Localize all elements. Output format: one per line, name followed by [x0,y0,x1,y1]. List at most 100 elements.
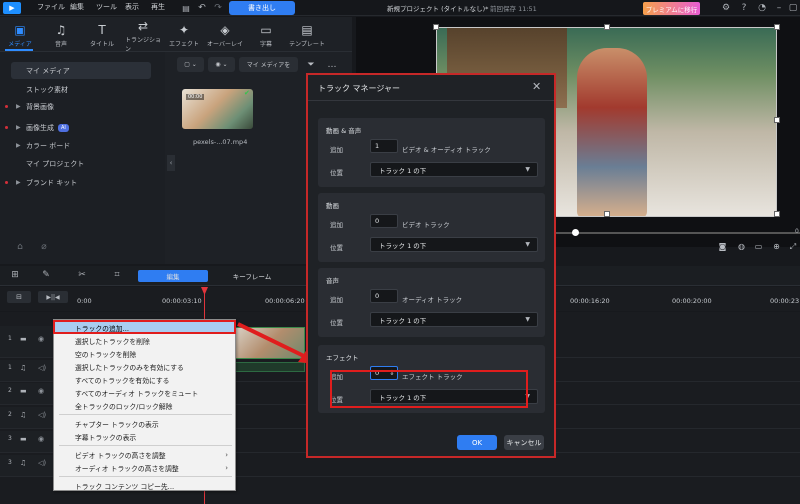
menu-tools[interactable]: ツール [96,2,117,12]
redo-icon[interactable]: ↷ [212,1,224,15]
layout-icon[interactable]: ⊞ [9,269,21,281]
seek-knob[interactable] [572,229,579,236]
settings-gear-icon[interactable]: ⚙ [719,1,733,15]
zoom-icon[interactable]: ⊕ [771,241,782,252]
tab-transition[interactable]: ⇄ トランジション [125,19,161,53]
resize-handle[interactable] [604,211,610,217]
restore-icon[interactable]: ▢ [788,1,798,15]
track-type-label: オーディオ トラック [402,296,463,304]
visibility-eye-icon[interactable]: ◉ [38,435,44,443]
collapse-sidebar-icon[interactable]: ‹ [167,155,175,171]
minimize-icon[interactable]: – [772,1,786,15]
speaker-icon[interactable]: ◁) [38,459,46,467]
expand-caret-icon[interactable]: ▶ [16,124,21,131]
track-count-input[interactable]: 0 [370,214,398,228]
tab-text[interactable]: T タイトル [84,20,120,52]
sidebar-item[interactable]: マイ プロジェクト [11,155,151,172]
more-options-icon[interactable]: … [325,57,339,72]
crop-icon[interactable]: ⌗ [111,269,123,281]
snapshot-icon[interactable]: ◙ [717,241,728,252]
context-menu-item[interactable]: チャプター トラックの表示 [55,417,234,430]
annotation-highlight-box [330,370,528,408]
track-header[interactable]: 1 ▬ ◉ [0,326,55,358]
context-menu-item[interactable]: 空のトラックを削除 [55,347,234,360]
edit-tab[interactable]: 編集 [138,270,208,282]
keyframe-tab[interactable]: キーフレーム [212,270,292,282]
export-button[interactable]: 書き出し [229,1,295,15]
add-track-icon[interactable]: ⊟ [7,291,31,303]
help-icon[interactable]: ? [737,1,751,15]
context-menu-item[interactable]: 全トラックのロック/ロック解除 [55,399,234,412]
resize-handle[interactable] [774,211,780,217]
tab-overlay[interactable]: ◈ オーバーレイ [207,20,243,52]
display-icon[interactable]: ▭ [753,241,764,252]
filter-funnel-icon[interactable]: ⏷ [305,57,317,72]
menu-item-label: オーディオ トラックの高さを調整 [75,464,179,473]
context-menu-item[interactable]: ビデオ トラックの高さを調整 › [55,448,234,461]
context-menu-item[interactable]: 字幕トラックの表示 [55,430,234,443]
remove-folder-icon[interactable]: ⌀ [38,241,50,253]
context-menu-item[interactable]: オーディオ トラックの高さを調整 › [55,461,234,474]
tab-effect[interactable]: ✦ エフェクト [166,20,202,52]
media-filter-field[interactable]: マイ メディアを [239,57,298,72]
tab-template[interactable]: ▤ テンプレート [289,20,325,52]
context-menu-item[interactable]: トラック コンテンツ コピー先... [55,479,234,492]
fullscreen-icon[interactable]: ⤢ [788,241,798,252]
track-header[interactable]: 3 ♫ ◁) [0,455,55,477]
tab-media[interactable]: ▣ メディア [2,20,38,52]
cancel-button[interactable]: キャンセル [504,435,544,450]
sidebar-item[interactable]: ストック素材 [11,81,151,98]
pen-icon[interactable]: ✎ [40,269,52,281]
context-menu-item[interactable]: すべてのトラックを有効にする [55,373,234,386]
undo-icon[interactable]: ↶ [196,1,208,15]
position-select[interactable]: トラック 1 の下 ▼ [370,237,538,252]
menu-play[interactable]: 再生 [151,2,165,12]
track-header[interactable]: 3 ▬ ◉ [0,431,55,453]
ok-button[interactable]: OK [457,435,497,450]
scissors-icon[interactable]: ✂ [76,269,88,281]
sidebar-item[interactable]: ▶ 背景画像 [5,98,151,115]
track-header[interactable]: 2 ♫ ◁) [0,407,55,429]
track-count-input[interactable]: 0 [370,289,398,303]
visibility-eye-icon[interactable]: ◉ [38,335,44,343]
save-icon[interactable]: ▤ [180,1,192,15]
track-header[interactable]: 1 ♫ ◁) [0,360,55,382]
expand-caret-icon[interactable]: ▶ [16,179,21,186]
speaker-icon[interactable]: ◁) [38,364,46,372]
snap-icon[interactable]: ▶||◀ [38,291,68,303]
tab-subtitle[interactable]: ▭ 字幕 [248,20,284,52]
record-dropdown[interactable]: ◉ ⌄ [208,57,235,72]
context-menu-item[interactable]: 選択したトラックを削除 [55,334,234,347]
add-folder-icon[interactable]: ⌂ [14,241,26,253]
resize-handle[interactable] [433,24,439,30]
menu-edit[interactable]: 編集 [70,2,84,12]
media-thumbnail[interactable]: 00:00 ✔ [182,89,253,129]
track-section: 動画 追加 0 ビデオ トラック 位置 トラック 1 の下 ▼ [318,193,545,262]
expand-caret-icon[interactable]: ▶ [16,142,21,149]
sidebar-item[interactable]: マイ メディア [11,62,151,79]
overlay-icon: ◈ [220,23,230,37]
speaker-icon[interactable]: ◁) [38,411,46,419]
premium-button[interactable]: プレミアムに移行 [643,2,700,15]
context-menu-item[interactable]: すべてのオーディオ トラックをミュート [55,386,234,399]
camera-icon[interactable]: ◍ [736,241,747,252]
sidebar-item[interactable]: ▶ 画像生成 AI [5,119,151,136]
menu-file[interactable]: ファイル [37,2,65,12]
expand-caret-icon[interactable]: ▶ [16,103,21,110]
visibility-eye-icon[interactable]: ◉ [38,387,44,395]
track-count-input[interactable]: 1 [370,139,398,153]
tab-music-note[interactable]: ♫ 音声 [43,20,79,52]
resize-handle[interactable] [774,117,780,123]
position-select[interactable]: トラック 1 の下 ▼ [370,162,538,177]
menu-view[interactable]: 表示 [125,2,139,12]
position-select[interactable]: トラック 1 の下 ▼ [370,312,538,327]
import-dropdown[interactable]: ▢ ⌄ [177,57,204,72]
track-header[interactable]: 2 ▬ ◉ [0,383,55,405]
context-menu-item[interactable]: 選択したトラックのみを有効にする [55,360,234,373]
resize-handle[interactable] [774,24,780,30]
close-icon[interactable]: ✕ [532,80,541,93]
notification-bell-icon[interactable]: ◔ [755,1,769,15]
resize-handle[interactable] [604,24,610,30]
sidebar-item[interactable]: ▶ ブランド キット [5,174,151,191]
sidebar-item[interactable]: ▶ カラー ボード [11,137,151,154]
